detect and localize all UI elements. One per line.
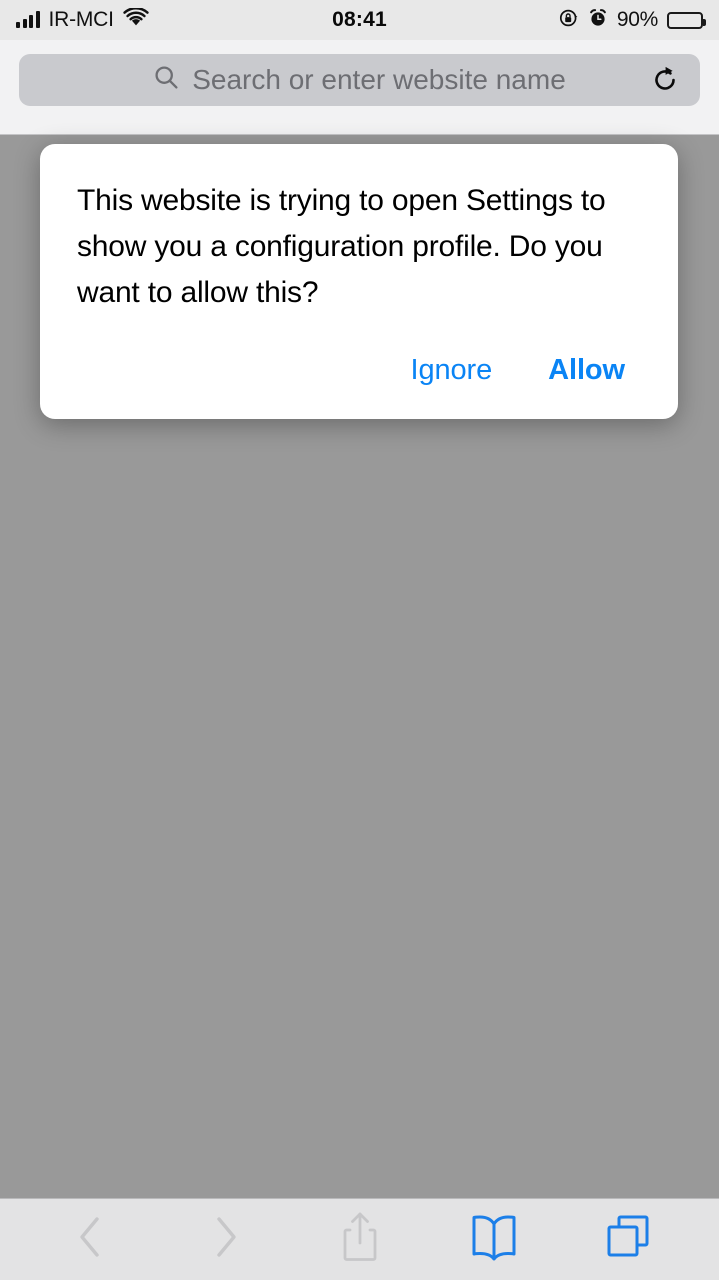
chevron-right-icon [205, 1211, 245, 1268]
url-placeholder-text: Search or enter website name [192, 64, 566, 95]
dialog-message: This website is trying to open Settings … [77, 184, 606, 309]
back-button[interactable] [24, 1199, 158, 1280]
browser-bottom-toolbar [0, 1198, 719, 1280]
forward-button[interactable] [158, 1199, 292, 1280]
bookmarks-button[interactable] [427, 1199, 561, 1280]
share-button[interactable] [292, 1199, 426, 1280]
status-bar: IR-MCI 08:41 90% [0, 0, 719, 40]
battery-percent-label: 90% [616, 8, 658, 31]
clock-label: 08:41 [332, 8, 387, 31]
share-icon [337, 1209, 383, 1270]
web-page-content: This website is trying to open Settings … [0, 135, 719, 1198]
chevron-left-icon [71, 1211, 111, 1268]
battery-icon [667, 11, 706, 29]
url-bar[interactable]: Search or enter website name [19, 54, 700, 106]
status-bar-left: IR-MCI [16, 6, 149, 32]
tabs-icon [602, 1211, 654, 1268]
status-bar-right: 90% [559, 8, 706, 33]
search-icon [153, 64, 180, 96]
carrier-label: IR-MCI [48, 8, 114, 31]
cellular-signal-icon [16, 11, 40, 28]
allow-button[interactable]: Allow [546, 350, 627, 391]
book-icon [466, 1211, 522, 1268]
rotation-lock-icon [559, 8, 579, 33]
iphone-screen: IR-MCI 08:41 90% Search or enter website… [0, 0, 719, 1280]
url-bar-content: Search or enter website name [65, 64, 654, 96]
tabs-button[interactable] [561, 1199, 695, 1280]
dialog-actions: Ignore Allow [77, 350, 641, 399]
browser-header: Search or enter website name [0, 40, 719, 135]
alarm-clock-icon [588, 8, 608, 33]
system-dialog: This website is trying to open Settings … [40, 144, 678, 419]
ignore-button[interactable]: Ignore [409, 350, 495, 391]
wifi-icon [123, 6, 149, 32]
